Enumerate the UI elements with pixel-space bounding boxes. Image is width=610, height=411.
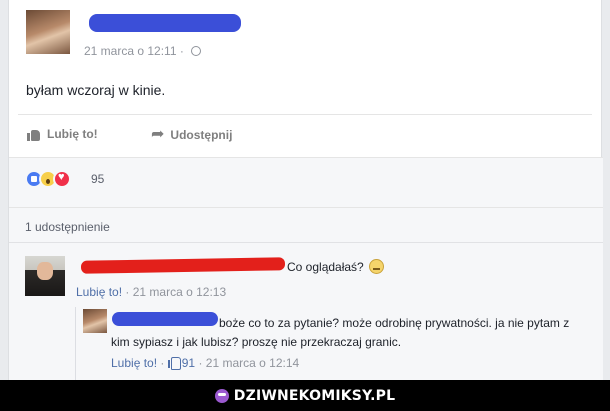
brand-logo-icon (214, 388, 229, 403)
reply-meta: Lubię to! · 91 · 21 marca o 12:14 (111, 356, 299, 370)
meta-separator: · (198, 356, 206, 370)
share-label: Udostępnij (170, 128, 233, 142)
comment-meta: Lubię to! · 21 marca o 12:13 (76, 285, 226, 299)
reply-like-count[interactable]: 91 (182, 356, 195, 370)
reply-like-button[interactable]: Lubię to! (111, 356, 157, 370)
post-timestamp[interactable]: 21 marca o 12:11 (84, 44, 177, 58)
comment-timestamp[interactable]: 21 marca o 12:13 (133, 285, 226, 299)
reply-thread-line (75, 307, 76, 381)
brand-name: DZIWNEKOMIKSY.PL (233, 387, 396, 404)
watermark-footer: DZIWNEKOMIKSY.PL (0, 380, 610, 411)
reply-timestamp[interactable]: 21 marca o 12:14 (206, 356, 299, 370)
like-label: Lubię to! (47, 127, 98, 141)
redacted-author-name (89, 14, 241, 32)
smile-emoji-icon (369, 259, 385, 274)
redacted-commenter-name (80, 257, 286, 274)
share-arrow-icon: ➦ (151, 126, 165, 143)
love-reaction-icon (53, 170, 71, 188)
like-button[interactable]: Lubię to! (27, 127, 98, 141)
comment-text-content: Co oglądałaś? (287, 260, 364, 274)
share-button[interactable]: ➦ Udostępnij (151, 127, 232, 143)
reply-text-content: boże co to za pytanie? może odrobinę pry… (111, 316, 570, 349)
reply-author-avatar[interactable] (83, 309, 107, 333)
comments-section: Co oglądałaś? Lubię to! · 21 marca o 12:… (9, 242, 603, 381)
reactions-bar[interactable]: 95 (9, 157, 603, 208)
comment-text: Co oglądałaś? (287, 259, 385, 274)
post-meta: 21 marca o 12:11 · (84, 44, 202, 58)
meta-separator: · (160, 356, 168, 370)
divider (18, 114, 592, 115)
comment-like-button[interactable]: Lubię to! (76, 285, 122, 299)
post-card: 21 marca o 12:11 · byłam wczoraj w kinie… (8, 0, 603, 381)
shares-count-link[interactable]: 1 udostępnienie (25, 220, 110, 234)
post-text: byłam wczoraj w kinie. (26, 82, 166, 98)
meta-separator: · (179, 44, 188, 58)
meta-separator: · (125, 285, 133, 299)
reaction-count[interactable]: 95 (91, 172, 104, 186)
commenter-avatar[interactable] (25, 256, 65, 296)
reply-text: boże co to za pytanie? może odrobinę pry… (111, 314, 581, 352)
like-count-icon (167, 356, 181, 370)
globe-icon (191, 46, 202, 56)
author-avatar[interactable] (26, 10, 70, 54)
thumbs-up-icon (27, 128, 41, 141)
